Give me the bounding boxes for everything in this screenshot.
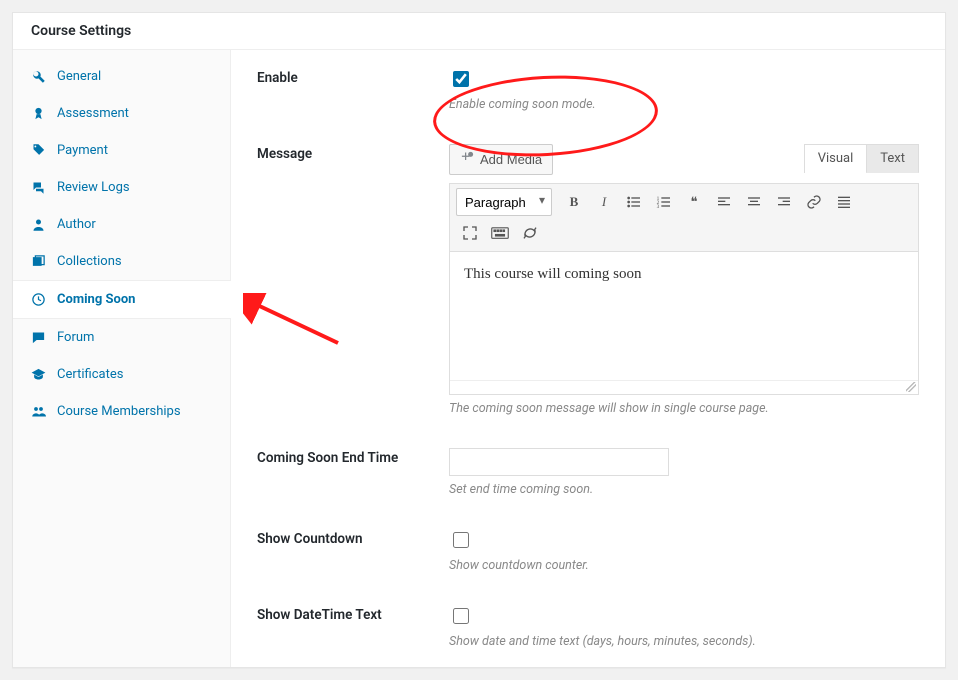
italic-button[interactable]: I (590, 188, 618, 216)
sidebar-item-label: Author (57, 217, 96, 232)
field-body-show-datetime-text: Show date and time text (days, hours, mi… (449, 605, 919, 649)
sidebar-item-forum[interactable]: Forum (13, 319, 230, 356)
add-media-label: Add Media (480, 152, 542, 167)
sidebar-item-author[interactable]: Author (13, 206, 230, 243)
align-left-button[interactable] (710, 188, 738, 216)
field-label-show-countdown: Show Countdown (257, 529, 449, 573)
course-settings-panel: Course Settings General Assessment (12, 12, 946, 668)
field-message: Message Add Media Visual Text (257, 144, 919, 416)
sidebar-item-label: General (57, 69, 101, 84)
media-icon (460, 150, 475, 169)
sidebar-item-course-memberships[interactable]: Course Memberships (13, 393, 230, 430)
field-body-message: Add Media Visual Text Paragraph (449, 144, 919, 416)
field-end-time: Coming Soon End Time Set end time coming… (257, 448, 919, 497)
editor-content: This course will coming soon (464, 266, 641, 282)
field-body-enable: Enable coming soon mode. (449, 68, 919, 112)
field-body-show-countdown: Show countdown counter. (449, 529, 919, 573)
sidebar-item-label: Assessment (57, 106, 129, 121)
field-label-message: Message (257, 144, 449, 416)
field-enable: Enable Enable coming soon mode. (257, 68, 919, 112)
user-icon (29, 217, 47, 232)
wrench-icon (29, 69, 47, 84)
group-icon (29, 404, 47, 419)
field-show-datetime-text: Show DateTime Text Show date and time te… (257, 605, 919, 649)
sidebar-item-certificates[interactable]: Certificates (13, 356, 230, 393)
editor-textarea[interactable]: This course will coming soon (450, 252, 918, 380)
end-time-help: Set end time coming soon. (449, 482, 919, 497)
field-label-end-time: Coming Soon End Time (257, 448, 449, 497)
link-button[interactable] (800, 188, 828, 216)
comments-icon (29, 180, 47, 195)
fullscreen-button[interactable] (456, 219, 484, 247)
sidebar-item-review-logs[interactable]: Review Logs (13, 169, 230, 206)
sidebar-item-label: Review Logs (57, 180, 130, 195)
message-help: The coming soon message will show in sin… (449, 401, 919, 416)
ribbon-icon (29, 106, 47, 121)
bold-button[interactable]: B (560, 188, 588, 216)
add-media-button[interactable]: Add Media (449, 144, 553, 175)
show-countdown-help: Show countdown counter. (449, 558, 919, 573)
align-center-button[interactable] (740, 188, 768, 216)
field-show-countdown: Show Countdown Show countdown counter. (257, 529, 919, 573)
sidebar-item-label: Payment (57, 143, 108, 158)
field-body-end-time: Set end time coming soon. (449, 448, 919, 497)
sidebar-item-label: Certificates (57, 367, 123, 382)
ul-button[interactable] (620, 188, 648, 216)
enable-checkbox[interactable] (453, 71, 469, 87)
sidebar-item-collections[interactable]: Collections (13, 243, 230, 280)
field-label-enable: Enable (257, 68, 449, 112)
resize-handle[interactable] (450, 380, 918, 394)
panel-title: Course Settings (31, 23, 927, 39)
quote-button[interactable]: ❝ (680, 188, 708, 216)
sidebar-item-payment[interactable]: Payment (13, 132, 230, 169)
clock-icon (29, 292, 47, 307)
wysiwyg-editor: Paragraph B I 123 (449, 183, 919, 395)
sidebar-item-coming-soon[interactable]: Coming Soon (13, 280, 231, 319)
editor-tab-text[interactable]: Text (866, 144, 919, 173)
sidebar-item-general[interactable]: General (13, 58, 230, 95)
sidebar-item-assessment[interactable]: Assessment (13, 95, 230, 132)
align-right-button[interactable] (770, 188, 798, 216)
panel-body: General Assessment Payment Review Logs (13, 50, 945, 667)
more-button[interactable] (830, 188, 858, 216)
refresh-button[interactable] (516, 219, 544, 247)
editor-tabs: Visual Text (805, 144, 919, 173)
show-datetime-text-help: Show date and time text (days, hours, mi… (449, 634, 919, 649)
settings-sidebar: General Assessment Payment Review Logs (13, 50, 231, 667)
end-time-input[interactable] (449, 448, 669, 476)
show-datetime-text-checkbox[interactable] (453, 608, 469, 624)
sidebar-item-label: Coming Soon (57, 292, 135, 307)
editor-toolbar: Paragraph B I 123 (450, 184, 918, 252)
editor-tab-visual[interactable]: Visual (804, 144, 868, 173)
format-select[interactable]: Paragraph (456, 188, 552, 216)
cap-icon (29, 367, 47, 382)
forum-icon (29, 330, 47, 345)
settings-content: Enable Enable coming soon mode. Message … (231, 50, 945, 667)
show-countdown-checkbox[interactable] (453, 532, 469, 548)
keyboard-button[interactable] (486, 219, 514, 247)
tag-icon (29, 143, 47, 158)
sidebar-item-label: Collections (57, 254, 122, 269)
sidebar-item-label: Forum (57, 330, 94, 345)
panel-header: Course Settings (13, 13, 945, 50)
svg-text:3: 3 (657, 204, 660, 210)
enable-help: Enable coming soon mode. (449, 97, 919, 112)
ol-button[interactable]: 123 (650, 188, 678, 216)
collection-icon (29, 254, 47, 269)
sidebar-item-label: Course Memberships (57, 404, 181, 419)
field-label-show-datetime-text: Show DateTime Text (257, 605, 449, 649)
